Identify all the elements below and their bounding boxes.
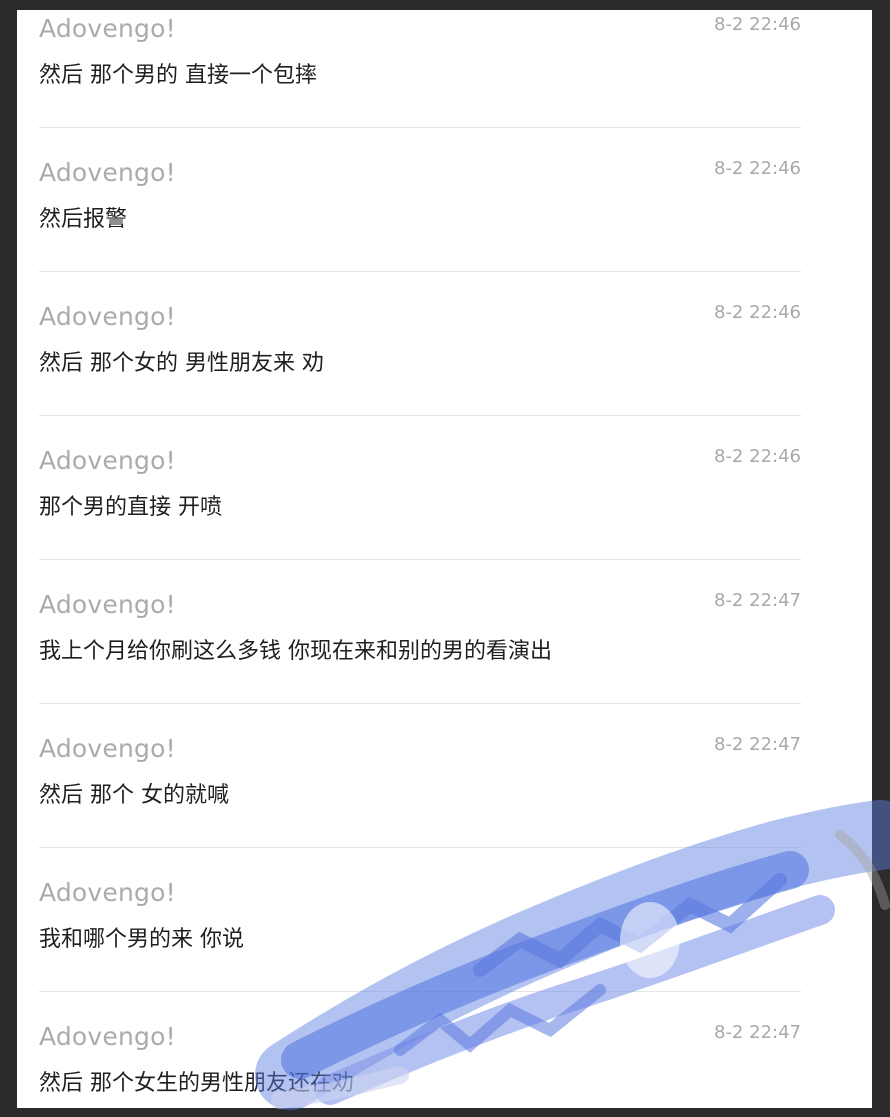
message-text: 我上个月给你刷这么多钱 你现在来和别的男的看演出 — [39, 639, 552, 664]
message-text: 然后 那个女的 男性朋友来 劝 — [39, 351, 324, 376]
message-text: 然后报警 — [39, 207, 128, 232]
message-text: 然后 那个女生的男性朋友还在劝 — [39, 1071, 354, 1096]
message-text: 那个男的直接 开喷 — [39, 495, 222, 520]
sender-name: Adovengo! — [39, 590, 176, 619]
message-item[interactable]: Adovengo! 我和哪个男的来 你说 — [17, 874, 872, 1018]
message-text: 然后 那个 女的就喊 — [39, 783, 229, 808]
sender-name: Adovengo! — [39, 14, 176, 43]
message-time: 8-2 22:46 — [714, 302, 801, 323]
divider — [39, 991, 801, 992]
chat-window: Adovengo! 8-2 22:46 然后 那个男的 直接一个包摔 Adove… — [17, 10, 872, 1108]
divider — [39, 271, 801, 272]
sender-name: Adovengo! — [39, 1022, 176, 1051]
message-time: 8-2 22:46 — [714, 14, 801, 35]
message-item[interactable]: Adovengo! 8-2 22:46 然后 那个女的 男性朋友来 劝 — [17, 298, 872, 442]
sender-name: Adovengo! — [39, 878, 176, 907]
message-item[interactable]: Adovengo! 8-2 22:47 然后 那个 女的就喊 — [17, 730, 872, 874]
sender-name: Adovengo! — [39, 158, 176, 187]
divider — [39, 127, 801, 128]
sender-name: Adovengo! — [39, 302, 176, 331]
message-item[interactable]: Adovengo! 8-2 22:47 我上个月给你刷这么多钱 你现在来和别的男… — [17, 586, 872, 730]
sender-name: Adovengo! — [39, 734, 176, 763]
divider — [39, 703, 801, 704]
sender-name: Adovengo! — [39, 446, 176, 475]
message-time: 8-2 22:46 — [714, 446, 801, 467]
message-time: 8-2 22:46 — [714, 158, 801, 179]
message-time: 8-2 22:47 — [714, 734, 801, 755]
message-item[interactable]: Adovengo! 8-2 22:46 那个男的直接 开喷 — [17, 442, 872, 586]
message-item[interactable]: Adovengo! 8-2 22:47 然后 那个女生的男性朋友还在劝 — [17, 1018, 872, 1108]
message-text: 我和哪个男的来 你说 — [39, 927, 244, 952]
message-item[interactable]: Adovengo! 8-2 22:46 然后 那个男的 直接一个包摔 — [17, 10, 872, 154]
divider — [39, 415, 801, 416]
message-text: 然后 那个男的 直接一个包摔 — [39, 63, 317, 88]
message-time: 8-2 22:47 — [714, 590, 801, 611]
divider — [39, 847, 801, 848]
divider — [39, 559, 801, 560]
message-item[interactable]: Adovengo! 8-2 22:46 然后报警 — [17, 154, 872, 298]
message-time: 8-2 22:47 — [714, 1022, 801, 1043]
